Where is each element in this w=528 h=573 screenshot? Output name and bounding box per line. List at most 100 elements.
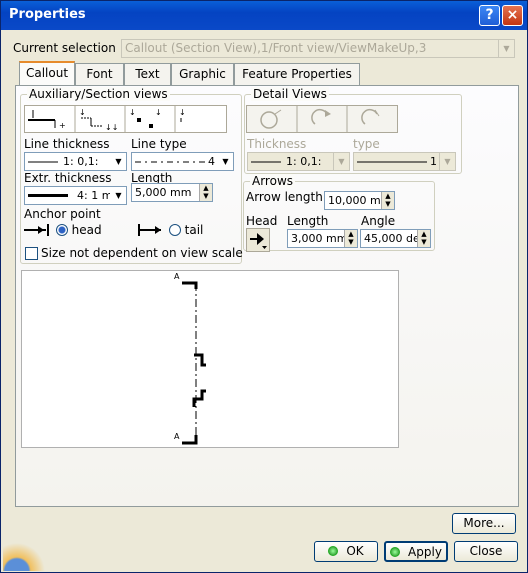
close-window-button[interactable]: ×: [502, 5, 523, 26]
line-thickness-combo[interactable]: 1: 0,1: ▼: [24, 152, 127, 171]
arrow-head-icon: [250, 233, 267, 249]
detail-style-buttons: [246, 105, 398, 133]
detail-thickness-value: 1: 0,1:: [286, 155, 322, 168]
apply-icon: [390, 547, 401, 557]
line-thickness-label: Line thickness: [24, 137, 110, 151]
line-type-value: 4: [208, 155, 215, 168]
tab-callout[interactable]: Callout: [19, 61, 75, 85]
detail-type-combo[interactable]: 1 ▼: [353, 152, 456, 171]
svg-text:↓: ↓: [155, 108, 162, 117]
tab-feature-properties[interactable]: Feature Properties: [234, 63, 360, 85]
size-not-dependent-label: Size not dependent on view scale: [41, 246, 243, 260]
tab-font[interactable]: Font: [75, 63, 124, 85]
section-label-bottom: A: [174, 432, 180, 441]
detail-circle-1-icon: [260, 109, 282, 129]
chevron-down-icon: ▼: [110, 187, 126, 204]
head-angle-spinner[interactable]: 45,000 de ▲ ▼: [360, 229, 431, 248]
head-radio[interactable]: [55, 224, 68, 236]
arrow-head-button[interactable]: [246, 228, 270, 252]
arrow-length-label: Arrow length:: [246, 190, 327, 204]
tail-radio[interactable]: [168, 224, 181, 236]
anchor-head-icon: [24, 224, 49, 236]
detail-views-title: Detail Views: [251, 87, 329, 101]
detail-type-label: type: [353, 137, 380, 151]
title-bar: Properties ? ×: [1, 1, 527, 30]
anchor-head-option[interactable]: head: [24, 223, 102, 237]
anchor-point-label: Anchor point: [24, 207, 101, 221]
extr-thickness-combo[interactable]: 4: 1 m ▼: [24, 186, 127, 205]
tab-graphic[interactable]: Graphic: [171, 63, 234, 85]
chevron-down-icon: ▼: [333, 153, 349, 170]
apply-button[interactable]: Apply: [384, 541, 448, 562]
section-style-3-icon: ↓ ↓: [129, 108, 162, 128]
length-spinner[interactable]: 5,000 mm ▲ ▼: [131, 183, 213, 202]
line-type-combo[interactable]: 4 ▼: [131, 152, 234, 171]
current-selection-combo[interactable]: Callout (Section View),1/Front view/View…: [121, 39, 515, 58]
extr-thickness-label: Extr. thickness: [24, 171, 112, 185]
detail-thickness-combo[interactable]: 1: 0,1: ▼: [247, 152, 350, 171]
window-title: Properties: [9, 7, 86, 22]
arrow-length-spinner[interactable]: 10,000 mr ▲ ▼: [324, 191, 395, 210]
arrow-head-label: Head: [246, 214, 278, 228]
svg-text:↓↓: ↓↓: [105, 123, 118, 132]
section-style-2-icon: ↓↓↓: [79, 108, 118, 132]
section-callout-preview-drawing: A A: [174, 272, 206, 445]
detail-circle-2-icon: [311, 108, 331, 125]
aux-section-title: Auxiliary/Section views: [27, 87, 170, 101]
section-style-1-icon: +: [28, 110, 66, 130]
arrow-length-small-label: Length: [287, 214, 329, 228]
tail-label: tail: [184, 223, 204, 237]
head-length-spinner[interactable]: 3,000 mm ▲ ▼: [287, 229, 358, 248]
tab-text[interactable]: Text: [124, 63, 171, 85]
close-button[interactable]: Close: [454, 541, 518, 562]
section-style-icons: + ↓↓↓ ↓ ↓ ↓: [28, 106, 186, 132]
chevron-down-icon: ▼: [498, 40, 514, 57]
catia-logo-icon: [3, 541, 49, 571]
detail-type-value: 1: [430, 155, 437, 168]
ok-button[interactable]: OK: [314, 541, 378, 562]
section-label-top: A: [174, 272, 180, 281]
line-sample-icon: [357, 161, 427, 163]
anchor-tail-icon: [138, 224, 161, 236]
extr-thickness-value: 4: 1 m: [77, 189, 113, 202]
dashed-line-sample-icon: [135, 161, 205, 163]
line-sample-icon: [28, 161, 58, 163]
ok-icon: [328, 546, 339, 556]
head-length-value: 3,000 mm: [291, 232, 348, 245]
properties-dialog: Properties ? × Current selection : Callo…: [0, 0, 528, 573]
chevron-down-icon: ▼: [110, 153, 126, 170]
ok-label: OK: [346, 544, 364, 558]
current-selection-value: Callout (Section View),1/Front view/View…: [125, 41, 427, 55]
chevron-down-icon: ▼: [217, 153, 233, 170]
chevron-down-icon: ▼: [439, 153, 455, 170]
head-label: head: [71, 223, 102, 237]
svg-text:+: +: [59, 121, 66, 130]
help-button[interactable]: ?: [479, 5, 500, 26]
length-value: 5,000 mm: [135, 186, 192, 199]
spinner-arrows-icon[interactable]: ▲ ▼: [417, 230, 430, 247]
current-selection-label: Current selection :: [13, 41, 124, 55]
arrow-angle-label: Angle: [361, 214, 396, 228]
line-thickness-value: 1: 0,1:: [63, 155, 99, 168]
thick-line-sample-icon: [28, 194, 68, 197]
spinner-arrows-icon[interactable]: ▲ ▼: [344, 230, 357, 247]
apply-label: Apply: [408, 545, 442, 559]
detail-style-icons: [260, 106, 380, 132]
callout-preview: A A: [21, 270, 399, 448]
svg-text:↓: ↓: [129, 108, 136, 117]
size-not-dependent-checkbox[interactable]: [25, 247, 38, 260]
svg-text:↓: ↓: [79, 108, 86, 117]
line-type-label: Line type: [131, 137, 187, 151]
line-sample-icon: [251, 161, 281, 163]
section-style-buttons: + ↓ ↓↓ ↓ ↓ ↓: [24, 105, 227, 133]
arrows-title: Arrows: [250, 174, 296, 188]
section-style-4-icon: ↓: [179, 108, 186, 122]
detail-thickness-label: Thickness: [247, 137, 307, 151]
head-angle-value: 45,000 de: [364, 232, 420, 245]
more-button[interactable]: More...: [452, 513, 516, 534]
detail-circle-3-icon: [361, 108, 380, 125]
anchor-tail-option[interactable]: tail: [137, 223, 203, 237]
svg-text:↓: ↓: [179, 108, 186, 117]
spinner-arrows-icon[interactable]: ▲ ▼: [199, 184, 212, 201]
spinner-arrows-icon[interactable]: ▲ ▼: [381, 192, 394, 209]
